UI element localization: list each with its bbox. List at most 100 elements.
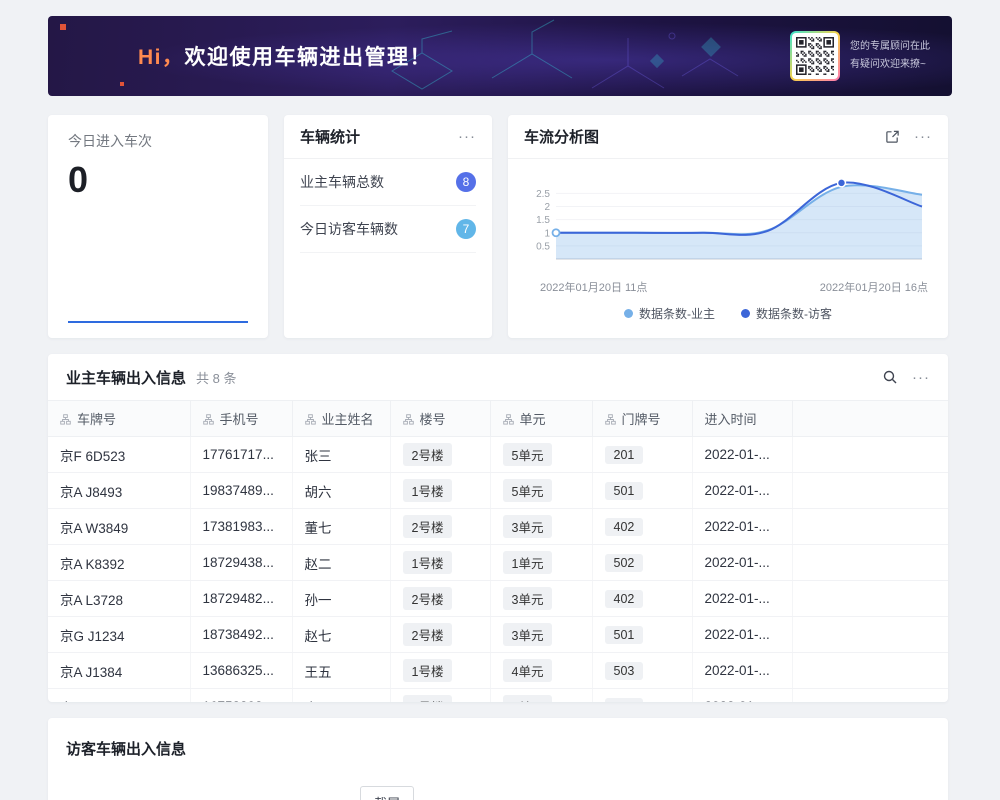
table-row[interactable]: 京A W384917381983...董七2号楼3单元4022022-01-..…	[48, 509, 948, 545]
owner-table-count: 共 8 条	[196, 368, 236, 387]
legend-label: 数据条数-业主	[639, 305, 715, 322]
cell-time: 2022-01-...	[692, 473, 792, 509]
cell-phone: 17381983...	[190, 509, 292, 545]
table-row[interactable]: 京A J138413686325...王五1号楼4单元5032022-01-..…	[48, 653, 948, 689]
svg-text:1: 1	[544, 228, 550, 239]
export-icon[interactable]	[885, 129, 900, 144]
banner-decoration-square	[120, 82, 124, 86]
cell-building: 2号楼	[390, 581, 490, 617]
more-icon[interactable]: ···	[914, 129, 932, 144]
x-tick-label: 2022年01月20日 16点	[820, 279, 928, 295]
cell-plate: 京A J8493	[48, 473, 190, 509]
cell-door: 201	[592, 437, 692, 473]
cell-tag: 4单元	[503, 659, 553, 682]
search-icon[interactable]	[882, 369, 898, 385]
field-type-icon	[403, 414, 414, 425]
cell-building: 2号楼	[390, 617, 490, 653]
today-entries-title: 今日进入车次	[68, 131, 248, 151]
cell-time: 2022-01-...	[692, 437, 792, 473]
stat-label: 业主车辆总数	[300, 172, 384, 192]
table-row[interactable]: 京F A523K16758392...李四2号楼4单元5032022-01-..…	[48, 689, 948, 703]
visitor-table-title: 访客车辆出入信息	[66, 741, 186, 758]
cell-plate: 京A L3728	[48, 581, 190, 617]
cell-tag: 3单元	[503, 515, 553, 538]
cell-tag: 502	[605, 554, 644, 572]
cell-unit: 5单元	[490, 473, 592, 509]
table-row[interactable]: 京A K839218729438...赵二1号楼1单元5022022-01-..…	[48, 545, 948, 581]
cell-unit: 4单元	[490, 689, 592, 703]
legend-item[interactable]: 数据条数-业主	[624, 305, 715, 322]
cell-time: 2022-01-...	[692, 581, 792, 617]
vehicle-stats-card: 车辆统计 ··· 业主车辆总数8今日访客车辆数7	[284, 115, 492, 338]
cell-door: 402	[592, 509, 692, 545]
cell-unit: 5单元	[490, 437, 592, 473]
svg-text:2.5: 2.5	[536, 189, 550, 200]
owner-table-head-row: 车牌号 手机号 业主姓名 楼号单元门牌号进入时间	[48, 401, 948, 437]
column-header-plate[interactable]: 车牌号	[48, 401, 190, 437]
cell-tag: 501	[605, 482, 644, 500]
table-row[interactable]: 京A L372818729482...孙一2号楼3单元4022022-01-..…	[48, 581, 948, 617]
cell-plate: 京G J1234	[48, 617, 190, 653]
column-header-building[interactable]: 楼号	[390, 401, 490, 437]
vehicle-stats-title: 车辆统计	[300, 126, 360, 147]
cell-door: 501	[592, 617, 692, 653]
cell-tag: 503	[605, 662, 644, 680]
owner-table: 车牌号手机号业主姓名楼号单元门牌号进入时间 京F 6D52317761717..…	[48, 400, 948, 702]
column-label: 手机号	[220, 412, 259, 427]
cell-owner: 胡六	[292, 473, 390, 509]
cell-plate: 京A J1384	[48, 653, 190, 689]
cell-unit: 3单元	[490, 617, 592, 653]
owner-table-header: 业主车辆出入信息 共 8 条 ···	[48, 354, 948, 400]
cell-empty	[792, 581, 948, 617]
cell-empty	[792, 473, 948, 509]
column-header-door[interactable]: 门牌号	[592, 401, 692, 437]
partial-button[interactable]: 截屏	[360, 786, 414, 800]
cell-owner: 赵二	[292, 545, 390, 581]
table-row[interactable]: 京A J849319837489...胡六1号楼5单元5012022-01-..…	[48, 473, 948, 509]
column-label: 业主姓名	[322, 412, 374, 427]
table-row[interactable]: 京F 6D52317761717...张三2号楼5单元2012022-01-..…	[48, 437, 948, 473]
svg-text:1.5: 1.5	[536, 215, 550, 226]
cell-door: 502	[592, 545, 692, 581]
cell-empty	[792, 689, 948, 703]
column-header-phone[interactable]: 手机号	[190, 401, 292, 437]
cell-phone: 16758392...	[190, 689, 292, 703]
qr-caption: 您的专属顾问在此 有疑问欢迎来撩~	[850, 38, 930, 74]
column-header-time[interactable]: 进入时间	[692, 401, 792, 437]
owner-table-title: 业主车辆出入信息	[66, 367, 186, 388]
banner-consultant-block: 您的专属顾问在此 有疑问欢迎来撩~	[790, 31, 930, 81]
more-icon[interactable]: ···	[912, 370, 930, 385]
cell-time: 2022-01-...	[692, 509, 792, 545]
today-entries-value: 0	[68, 159, 248, 201]
vehicle-stats-rows: 业主车辆总数8今日访客车辆数7	[284, 159, 492, 253]
legend-item[interactable]: 数据条数-访客	[741, 305, 832, 322]
qr-code-frame	[790, 31, 840, 81]
column-header-empty	[792, 401, 948, 437]
banner-greeting: Hi，欢迎使用车辆进出管理！	[138, 41, 432, 71]
cell-plate: 京A K8392	[48, 545, 190, 581]
cell-tag: 5单元	[503, 479, 553, 502]
cell-plate: 京F A523K	[48, 689, 190, 703]
more-icon[interactable]: ···	[458, 129, 476, 144]
table-row[interactable]: 京G J123418738492...赵七2号楼3单元5012022-01-..…	[48, 617, 948, 653]
cell-tag: 1号楼	[403, 551, 453, 574]
stat-cards-row: 今日进入车次 0 车辆统计 ··· 业主车辆总数8今日访客车辆数7 车流分析图	[48, 115, 952, 338]
cell-tag: 402	[605, 590, 644, 608]
column-label: 进入时间	[705, 412, 757, 427]
svg-text:0.5: 0.5	[536, 241, 550, 252]
cell-plate: 京A W3849	[48, 509, 190, 545]
column-header-unit[interactable]: 单元	[490, 401, 592, 437]
vehicle-stats-header: 车辆统计 ···	[284, 115, 492, 159]
banner-decoration-square	[60, 24, 66, 30]
cell-owner: 张三	[292, 437, 390, 473]
cell-door: 503	[592, 689, 692, 703]
column-header-owner[interactable]: 业主姓名	[292, 401, 390, 437]
cell-plate: 京F 6D523	[48, 437, 190, 473]
cell-owner: 王五	[292, 653, 390, 689]
cell-tag: 402	[605, 518, 644, 536]
flow-chart-svg: 0.511.522.5	[526, 165, 930, 277]
flow-chart-title: 车流分析图	[524, 126, 599, 147]
owner-table-card: 业主车辆出入信息 共 8 条 ··· 车牌号 手机号 业主姓名 楼号单元门牌号进入时间…	[48, 354, 948, 702]
cell-tag: 5单元	[503, 443, 553, 466]
cell-tag: 501	[605, 626, 644, 644]
